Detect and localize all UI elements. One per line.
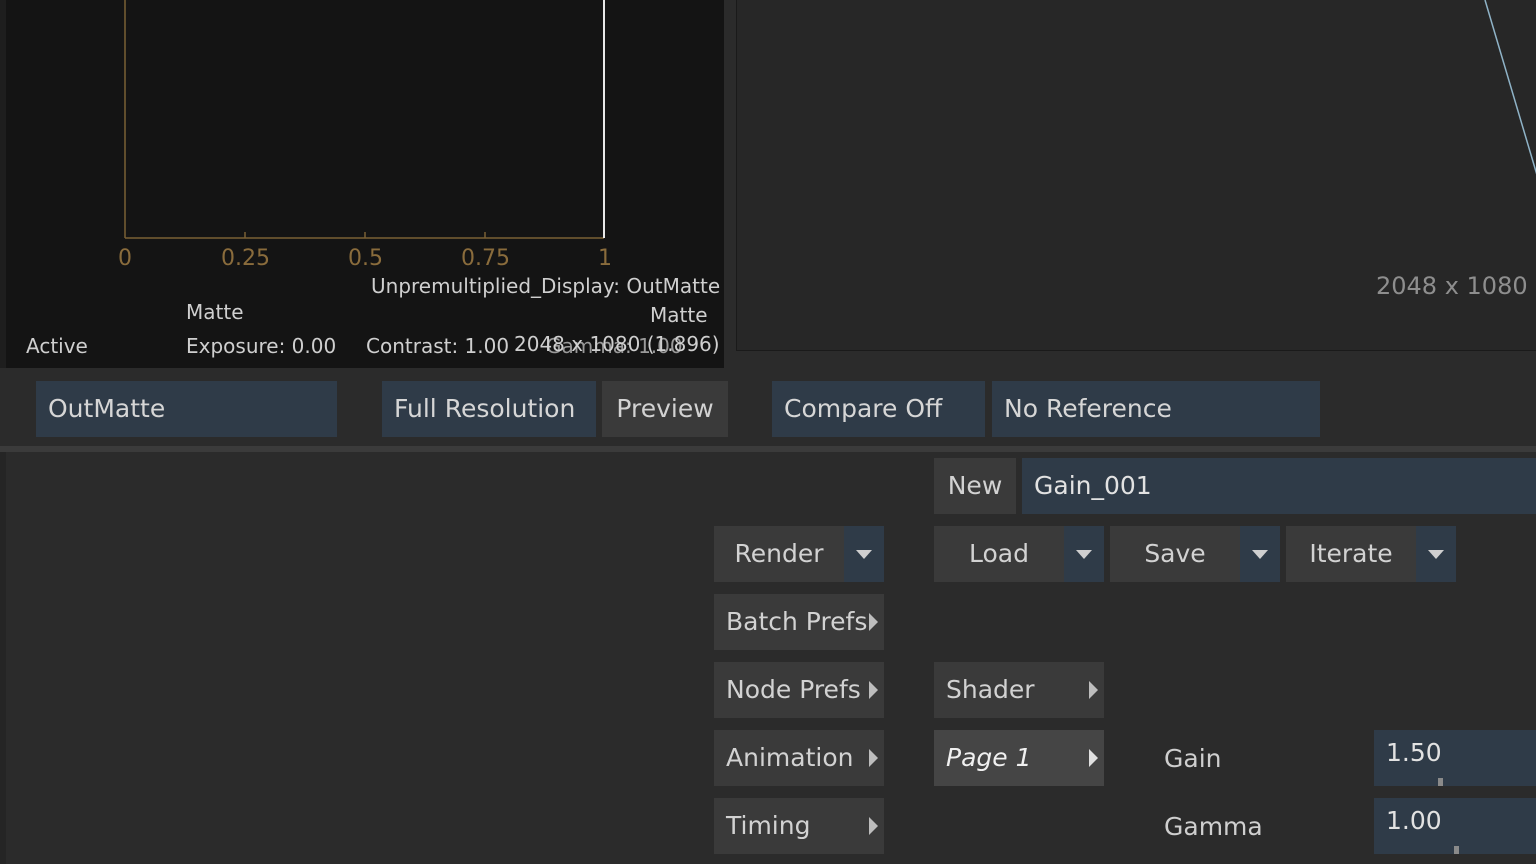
- iterate-button[interactable]: Iterate: [1286, 526, 1416, 582]
- tick-label: 0.5: [348, 246, 383, 271]
- animation-menu[interactable]: Animation: [714, 730, 884, 786]
- save-dropdown-button[interactable]: [1240, 526, 1280, 582]
- new-node-button[interactable]: New: [934, 458, 1016, 514]
- matte-label-left: Matte: [186, 300, 244, 324]
- shader-menu[interactable]: Shader: [934, 662, 1104, 718]
- load-dropdown-button[interactable]: [1064, 526, 1104, 582]
- shader-label: Shader: [946, 675, 1035, 704]
- matte-label-right: Matte: [650, 303, 708, 327]
- chevron-right-icon: [869, 613, 878, 631]
- animation-label: Animation: [726, 743, 854, 772]
- viewer-resolution-label: 2048 x 1080 (: [1376, 272, 1536, 300]
- preview-button[interactable]: Preview: [602, 381, 728, 437]
- panel-edge: [0, 452, 6, 864]
- status-label: Active: [26, 334, 88, 358]
- chevron-right-icon: [869, 681, 878, 699]
- histogram-viewer[interactable]: 0 0.25 0.5 0.75 1 Unpremultiplied_Displa…: [0, 0, 724, 368]
- timing-label: Timing: [726, 811, 811, 840]
- timing-menu[interactable]: Timing: [714, 798, 884, 854]
- tick-label: 0: [118, 246, 132, 271]
- page-1-label: Page 1: [946, 743, 1032, 772]
- image-viewer[interactable]: 2048 x 1080 (: [736, 0, 1536, 351]
- compare-button[interactable]: Compare Off: [772, 381, 985, 437]
- contrast-readout: Contrast: 1.00: [366, 334, 510, 358]
- gain-label: Gain: [1164, 744, 1222, 773]
- tick-label: 1: [598, 246, 612, 271]
- gamma-slider-indicator[interactable]: [1454, 846, 1459, 854]
- gamma-field[interactable]: 1.00: [1374, 798, 1536, 854]
- curve-line: [1484, 0, 1536, 175]
- reference-selector[interactable]: No Reference: [992, 381, 1320, 437]
- gain-slider-indicator[interactable]: [1438, 778, 1443, 786]
- panel-divider[interactable]: [0, 446, 1536, 452]
- tick-label: 0.25: [221, 246, 270, 271]
- chevron-down-icon: [1428, 550, 1444, 559]
- save-button[interactable]: Save: [1110, 526, 1240, 582]
- chevron-down-icon: [1252, 550, 1268, 559]
- node-prefs-menu[interactable]: Node Prefs: [714, 662, 884, 718]
- page-1-tab[interactable]: Page 1: [934, 730, 1104, 786]
- batch-prefs-label: Batch Prefs: [726, 607, 868, 636]
- gain-field[interactable]: 1.50: [1374, 730, 1536, 786]
- viewer-control-strip: OutMatte Full Resolution Preview Compare…: [0, 368, 1536, 448]
- render-dropdown-button[interactable]: [844, 526, 884, 582]
- resolution-readout: 2048 x 1080 (1.896): [514, 332, 720, 356]
- gamma-label: Gamma: [1164, 812, 1263, 841]
- chevron-right-icon: [869, 817, 878, 835]
- histogram-plot: [124, 0, 605, 239]
- chevron-down-icon: [856, 550, 872, 559]
- chevron-right-icon: [869, 749, 878, 767]
- exposure-readout: Exposure: 0.00: [186, 334, 337, 358]
- output-selector[interactable]: OutMatte: [36, 381, 337, 437]
- node-prefs-label: Node Prefs: [726, 675, 861, 704]
- render-button[interactable]: Render: [714, 526, 844, 582]
- chevron-right-icon: [1089, 749, 1098, 767]
- iterate-dropdown-button[interactable]: [1416, 526, 1456, 582]
- gamma-value: 1.00: [1386, 806, 1442, 835]
- node-name-field[interactable]: Gain_001: [1022, 458, 1536, 514]
- tick-label: 0.75: [461, 246, 510, 271]
- viewer-divider[interactable]: [724, 0, 736, 368]
- resolution-mode-button[interactable]: Full Resolution: [382, 381, 596, 437]
- chevron-right-icon: [1089, 681, 1098, 699]
- batch-prefs-menu[interactable]: Batch Prefs: [714, 594, 884, 650]
- gain-value: 1.50: [1386, 738, 1442, 767]
- load-button[interactable]: Load: [934, 526, 1064, 582]
- display-label: Unpremultiplied_Display: OutMatte: [371, 274, 721, 298]
- chevron-down-icon: [1076, 550, 1092, 559]
